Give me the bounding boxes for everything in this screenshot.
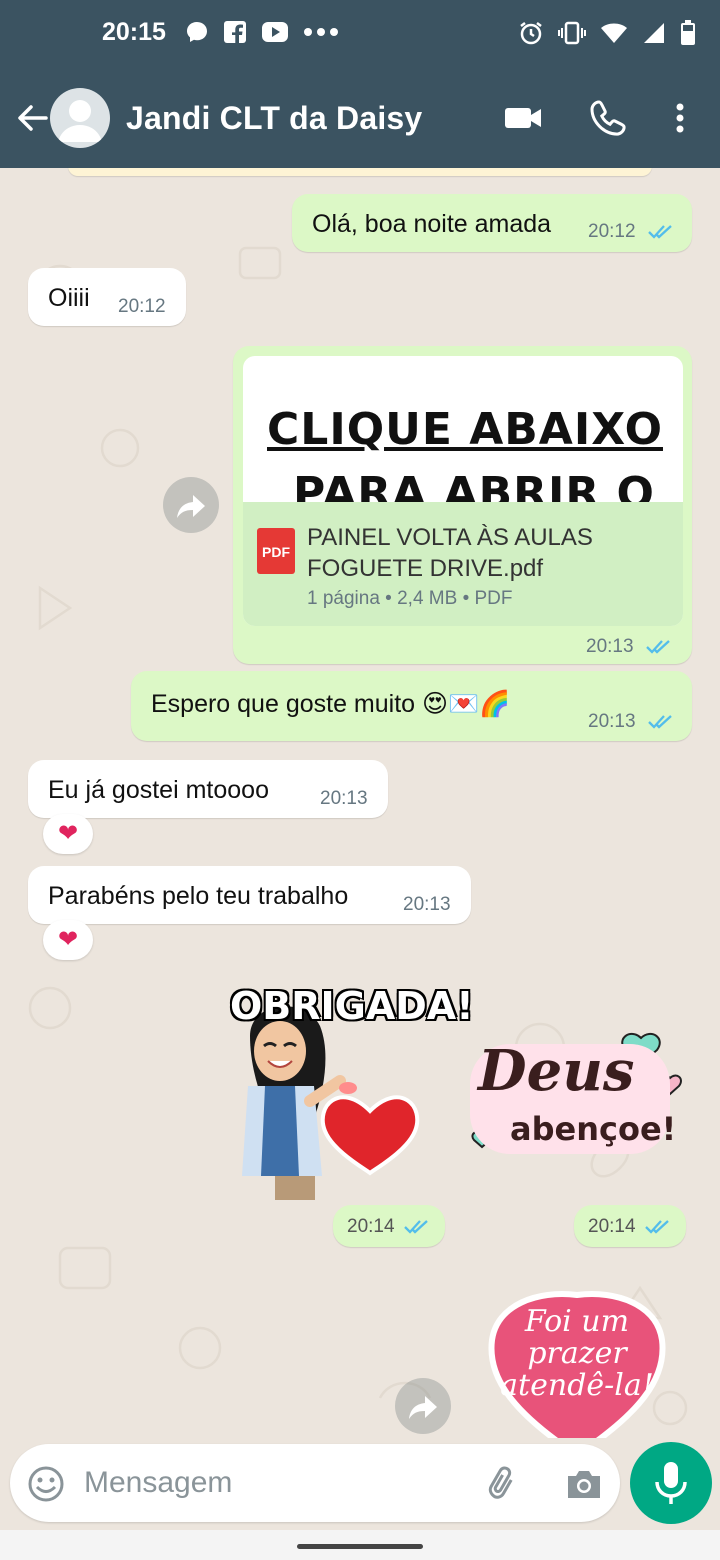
message-placeholder: Mensagem: [84, 1466, 233, 1499]
forward-button[interactable]: [163, 477, 219, 533]
sticker-foi-um-prazer[interactable]: Foi um prazer atendê-la!: [487, 1290, 667, 1438]
document-message-bubble[interactable]: CLIQUE ABAIXO PARA ABRIR O PDF PAINEL VO…: [233, 346, 692, 664]
message-bubble-outgoing[interactable]: Espero que goste muito 😍💌🌈 20:13: [131, 671, 692, 741]
message-text: Eu já gostei mtoooo: [48, 776, 269, 804]
forward-icon: [177, 495, 205, 518]
heart-reaction[interactable]: ❤: [43, 920, 93, 960]
document-card[interactable]: CLIQUE ABAIXO PARA ABRIR O PDF PAINEL VO…: [243, 356, 683, 626]
sticker-text-line1: Deus: [478, 1038, 635, 1104]
file-name-line2: FOGUETE DRIVE.pdf: [307, 555, 544, 582]
status-bar: 20:15: [0, 0, 720, 68]
youtube-icon: [262, 22, 288, 42]
video-call-icon[interactable]: [503, 98, 543, 138]
document-file-name: PAINEL VOLTA ÀS AULAS FOGUETE DRIVE.pdf: [307, 522, 677, 584]
document-preview-line1: CLIQUE ABAIXO: [267, 404, 663, 455]
mic-icon: [655, 1462, 687, 1504]
partial-message-bubble: [68, 168, 652, 176]
file-name-line1: PAINEL VOLTA ÀS AULAS: [307, 524, 593, 551]
message-bubble-outgoing[interactable]: Olá, boa noite amada 20:12: [292, 194, 692, 252]
emoji-icon[interactable]: [26, 1464, 66, 1504]
mic-button[interactable]: [630, 1442, 712, 1524]
pdf-file-icon: PDF: [257, 528, 295, 574]
chat-header: Jandi CLT da Daisy: [0, 68, 720, 168]
message-time: 20:14: [347, 1216, 395, 1237]
sticker-text-line3: atendê-la!: [500, 1368, 654, 1403]
message-input[interactable]: Mensagem: [10, 1444, 620, 1522]
document-file-row[interactable]: PDF PAINEL VOLTA ÀS AULAS FOGUETE DRIVE.…: [243, 502, 683, 626]
alarm-icon: [520, 22, 542, 45]
system-nav-bar: [0, 1530, 720, 1560]
sticker-text-line2: prazer: [527, 1336, 627, 1371]
read-ticks-icon: [404, 1220, 428, 1234]
read-ticks-icon: [648, 225, 672, 239]
chat-area[interactable]: Olá, boa noite amada 20:12 Oiiii 20:12 C…: [0, 168, 720, 1438]
more-dots-icon: [304, 28, 338, 36]
heart-reaction[interactable]: ❤: [43, 814, 93, 854]
message-text: Parabéns pelo teu trabalho: [48, 882, 349, 910]
sticker-text-line2: abençoe!: [510, 1110, 677, 1148]
avatar[interactable]: [50, 88, 110, 148]
read-ticks-icon: [646, 640, 670, 654]
status-time: 20:15: [102, 18, 166, 46]
read-ticks-icon: [645, 1220, 669, 1234]
message-time: 20:13: [320, 788, 368, 809]
home-gesture-handle[interactable]: [297, 1544, 423, 1549]
composer-bar: Mensagem: [0, 1438, 720, 1538]
message-time: 20:14: [588, 1216, 636, 1237]
message-time: 20:12: [588, 221, 636, 242]
sticker-obrigada[interactable]: OBRIGADA!: [220, 976, 474, 1208]
message-text: Espero que goste muito 😍💌🌈: [151, 690, 511, 718]
forward-button[interactable]: [395, 1378, 451, 1434]
message-time: 20:13: [588, 711, 636, 732]
sticker-time-bubble: 20:14: [333, 1205, 445, 1247]
contact-name[interactable]: Jandi CLT da Daisy: [126, 100, 422, 137]
vibrate-icon: [558, 21, 586, 45]
camera-icon[interactable]: [564, 1464, 604, 1504]
phone-icon[interactable]: [588, 98, 628, 138]
chat-bubble-icon: [187, 22, 207, 42]
message-bubble-incoming[interactable]: Eu já gostei mtoooo 20:13: [28, 760, 388, 818]
attach-icon[interactable]: [484, 1464, 524, 1504]
signal-icon: [644, 23, 664, 43]
message-text: Olá, boa noite amada: [312, 210, 552, 238]
message-time: 20:12: [118, 296, 166, 317]
back-arrow-icon[interactable]: [12, 98, 52, 138]
message-time: 20:13: [403, 894, 451, 915]
battery-icon: [681, 20, 695, 45]
read-ticks-icon: [648, 715, 672, 729]
document-meta: 1 página • 2,4 MB • PDF: [307, 588, 513, 609]
forward-icon: [409, 1396, 437, 1419]
more-vert-icon[interactable]: [660, 98, 700, 138]
message-bubble-incoming[interactable]: Parabéns pelo teu trabalho 20:13: [28, 866, 471, 924]
sticker-deus-abencoe[interactable]: Deus abençoe!: [466, 1026, 692, 1166]
sticker-time-bubble: 20:14: [574, 1205, 686, 1247]
facebook-icon: [224, 21, 246, 43]
message-bubble-incoming[interactable]: Oiiii 20:12: [28, 268, 186, 326]
sticker-text-line1: Foi um: [524, 1304, 630, 1339]
message-time: 20:13: [586, 636, 634, 657]
sticker-text: OBRIGADA!: [230, 984, 474, 1028]
message-text: Oiiii: [48, 284, 90, 312]
wifi-icon: [601, 23, 627, 43]
